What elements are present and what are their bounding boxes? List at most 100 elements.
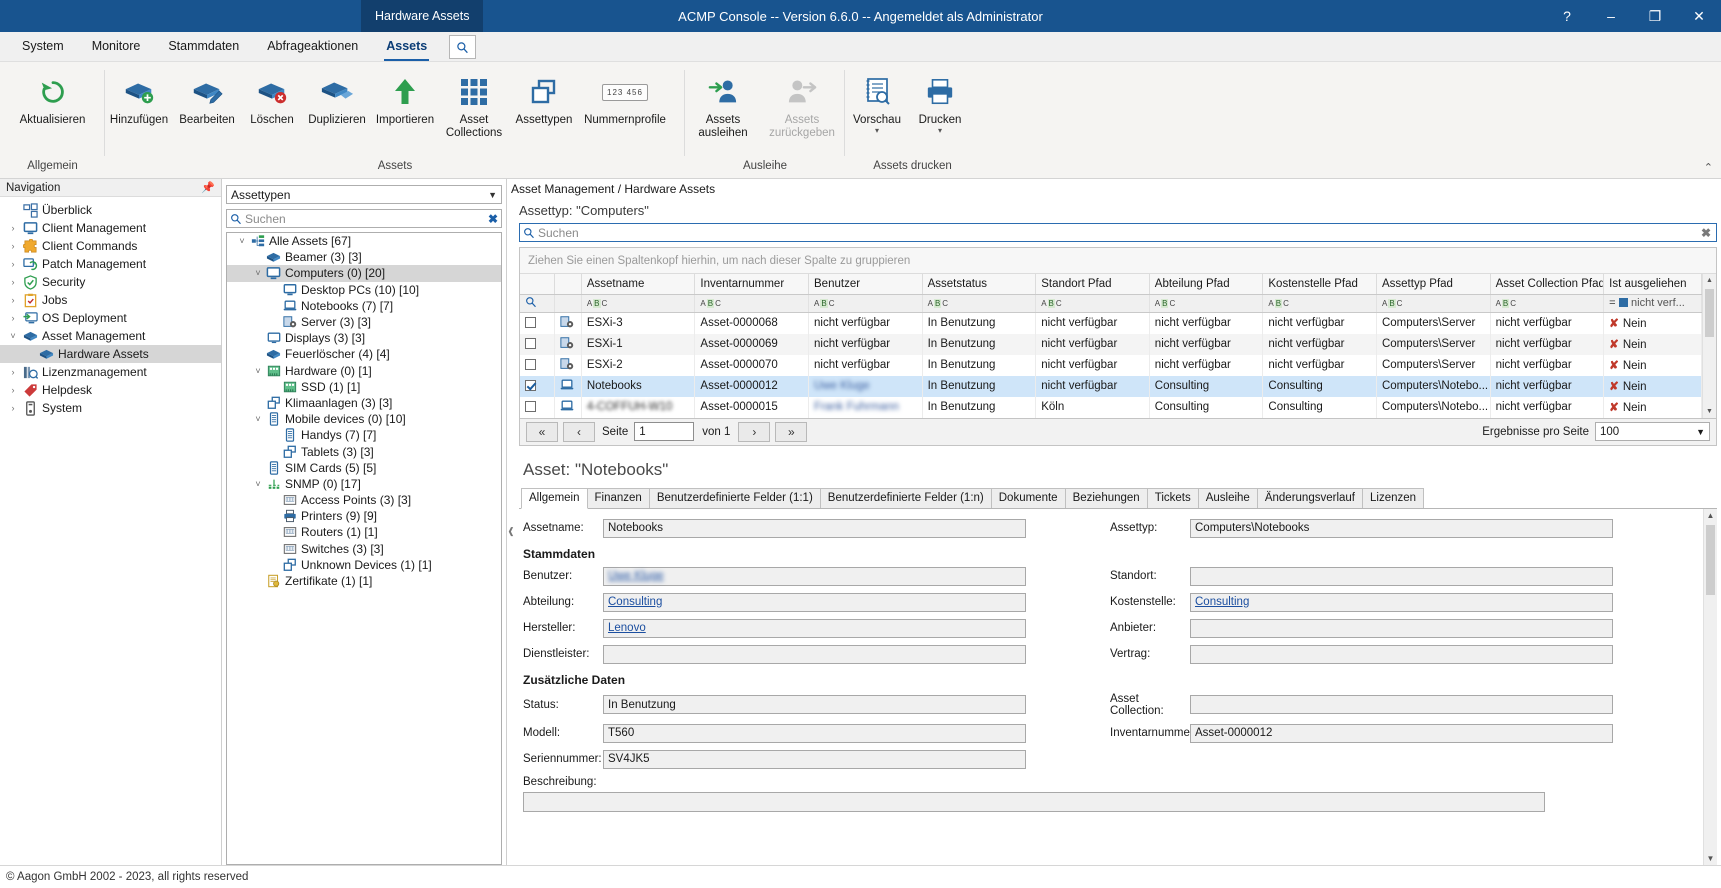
anbieter-input[interactable] — [1190, 619, 1613, 638]
filter-cell-assetname[interactable]: ABC — [581, 294, 695, 312]
row-checkbox[interactable] — [525, 401, 536, 412]
assettype-combo[interactable]: Assettypen ▼ — [226, 185, 502, 204]
expander-icon[interactable]: ˅ — [251, 366, 265, 376]
scroll-down-icon[interactable]: ▼ — [1703, 405, 1716, 418]
tree-item-sim-cards-5-5[interactable]: SIM Cards (5) [5] — [227, 460, 501, 476]
column-header-kostenstelle-pfad[interactable]: Kostenstelle Pfad — [1263, 274, 1377, 294]
abteilung-input[interactable]: Consulting — [603, 593, 1026, 612]
lend-assets-button[interactable]: Assets ausleihen — [685, 68, 761, 142]
clear-icon[interactable]: ✖ — [488, 212, 498, 226]
asset-collection-input[interactable] — [1190, 695, 1613, 714]
row-select-cell[interactable] — [520, 312, 554, 334]
scroll-up-icon[interactable]: ▲ — [1704, 509, 1717, 523]
sidebar-item-berblick[interactable]: Überblick — [0, 201, 221, 219]
text-filter-icon[interactable]: ABC — [1155, 299, 1175, 308]
menu-item-monitore[interactable]: Monitore — [78, 32, 155, 61]
tree-item-computers-0-20[interactable]: ˅Computers (0) [20] — [227, 265, 501, 281]
expander-icon[interactable]: ˅ — [6, 331, 20, 341]
filter-cell-ist-ausgeliehen[interactable]: = nicht verf... — [1604, 294, 1702, 312]
filter-cell-inventarnummer[interactable]: ABC — [695, 294, 809, 312]
filter-cell-standort-pfad[interactable]: ABC — [1036, 294, 1150, 312]
sidebar-item-helpdesk[interactable]: ›Helpdesk — [0, 381, 221, 399]
column-header-asset-collection-pfad[interactable]: Asset Collection Pfad — [1490, 274, 1604, 294]
sidebar-item-hardware-assets[interactable]: Hardware Assets — [0, 345, 221, 363]
grid-vertical-scrollbar[interactable]: ▲ ▼ — [1702, 274, 1716, 418]
sidebar-item-security[interactable]: ›Security — [0, 273, 221, 291]
sidebar-item-os-deployment[interactable]: ›OS Deployment — [0, 309, 221, 327]
preview-button[interactable]: Vorschau ▾ — [845, 68, 909, 137]
column-header-inventarnummer[interactable]: Inventarnummer — [695, 274, 809, 294]
group-panel-hint[interactable]: Ziehen Sie einen Spaltenkopf hierhin, um… — [520, 248, 1716, 274]
tree-item-printers-9-9[interactable]: Printers (9) [9] — [227, 508, 501, 524]
filter-cell-assetstatus[interactable]: ABC — [922, 294, 1036, 312]
text-filter-icon[interactable]: ABC — [700, 299, 720, 308]
grid-search-input[interactable]: Suchen ✖ — [519, 223, 1717, 242]
scroll-thumb[interactable] — [1706, 525, 1715, 595]
row-select-cell[interactable] — [520, 397, 554, 418]
filter-cell-benutzer[interactable]: ABC — [809, 294, 923, 312]
table-row[interactable]: NotebooksAsset-0000012Uwe KlugeIn Benutz… — [520, 376, 1702, 397]
menu-item-assets[interactable]: Assets — [372, 32, 441, 61]
minimize-button[interactable]: – — [1589, 0, 1633, 32]
tree-item-mobile-devices-0-10[interactable]: ˅Mobile devices (0) [10] — [227, 411, 501, 427]
text-filter-icon[interactable]: ABC — [1496, 299, 1516, 308]
help-button[interactable]: ? — [1545, 0, 1589, 32]
kostenstelle-input[interactable]: Consulting — [1190, 593, 1613, 612]
filter-row-search[interactable] — [520, 294, 554, 312]
tree-item-zertifikate-1-1[interactable]: Zertifikate (1) [1] — [227, 573, 501, 589]
expander-icon[interactable]: › — [6, 241, 20, 251]
expander-icon[interactable]: ˅ — [251, 414, 265, 424]
filter-search-icon[interactable] — [525, 296, 537, 308]
tree-item-tablets-3-3[interactable]: Tablets (3) [3] — [227, 443, 501, 459]
expander-icon[interactable]: ˅ — [251, 268, 265, 278]
tab-tickets[interactable]: Tickets — [1147, 488, 1199, 508]
column-header-abteilung-pfad[interactable]: Abteilung Pfad — [1149, 274, 1263, 294]
row-checkbox[interactable] — [525, 359, 536, 370]
tree-item-ssd-1-1[interactable]: SSD (1) [1] — [227, 379, 501, 395]
tree-item-notebooks-7-7[interactable]: Notebooks (7) [7] — [227, 298, 501, 314]
row-checkbox[interactable] — [525, 317, 536, 328]
vertrag-input[interactable] — [1190, 645, 1613, 664]
row-select-cell[interactable] — [520, 334, 554, 355]
duplicate-asset-button[interactable]: Duplizieren — [303, 68, 371, 129]
select-all-header[interactable] — [520, 274, 554, 294]
benutzer-value-link[interactable]: Uwe Kluge — [608, 570, 664, 582]
tree-item-alle-assets-67[interactable]: ˅Alle Assets [67] — [227, 233, 501, 249]
inventarnummer-input[interactable]: Asset-0000012 — [1190, 724, 1613, 743]
document-tab-hardware-assets[interactable]: Hardware Assets — [361, 0, 483, 32]
table-row[interactable]: ESXi-2Asset-0000070nicht verfügbarIn Ben… — [520, 355, 1702, 376]
scroll-thumb[interactable] — [1705, 289, 1714, 337]
text-filter-icon[interactable]: ABC — [587, 299, 607, 308]
maximize-button[interactable]: ❐ — [1633, 0, 1677, 32]
menu-item-abfrageaktionen[interactable]: Abfrageaktionen — [253, 32, 372, 61]
tree-item-routers-1-1[interactable]: Routers (1) [1] — [227, 524, 501, 540]
tree-item-klimaanlagen-3-3[interactable]: Klimaanlagen (3) [3] — [227, 395, 501, 411]
text-filter-icon[interactable]: ABC — [1041, 299, 1061, 308]
tree-item-feuerl-scher-4-4[interactable]: Feuerlöscher (4) [4] — [227, 346, 501, 362]
tree-item-hardware-0-1[interactable]: ˅Hardware (0) [1] — [227, 363, 501, 379]
column-header-assetname[interactable]: Assetname — [581, 274, 695, 294]
tree-item-server-3-3[interactable]: Server (3) [3] — [227, 314, 501, 330]
chevron-down-icon[interactable]: ▾ — [938, 127, 942, 135]
menu-search-button[interactable] — [449, 35, 476, 59]
print-button[interactable]: Drucken ▾ — [909, 68, 971, 137]
tab-nderungsverlauf[interactable]: Änderungsverlauf — [1257, 488, 1363, 508]
assettype-search-input[interactable]: Suchen ✖ — [226, 209, 502, 228]
hersteller-input[interactable]: Lenovo — [603, 619, 1026, 638]
tab-beziehungen[interactable]: Beziehungen — [1065, 488, 1148, 508]
column-header-assettyp-pfad[interactable]: Assettyp Pfad — [1376, 274, 1490, 294]
prev-page-button[interactable]: ‹ — [563, 422, 595, 442]
page-number-input[interactable]: 1 — [634, 422, 694, 441]
tab-allgemein[interactable]: Allgemein — [521, 488, 588, 509]
chevron-down-icon[interactable]: ▾ — [875, 127, 879, 135]
column-header-assetstatus[interactable]: Assetstatus — [922, 274, 1036, 294]
dienstleister-input[interactable] — [603, 645, 1026, 664]
text-filter-icon[interactable]: ABC — [928, 299, 948, 308]
hersteller-value-link[interactable]: Lenovo — [608, 622, 646, 634]
benutzer-input[interactable]: Uwe Kluge — [603, 567, 1026, 586]
expander-icon[interactable]: › — [6, 259, 20, 269]
tree-item-switches-3-3[interactable]: Switches (3) [3] — [227, 541, 501, 557]
filter-cell-kostenstelle-pfad[interactable]: ABC — [1263, 294, 1377, 312]
refresh-button[interactable]: Aktualisieren — [0, 68, 105, 129]
vertical-splitter[interactable]: ❰ — [507, 197, 515, 865]
